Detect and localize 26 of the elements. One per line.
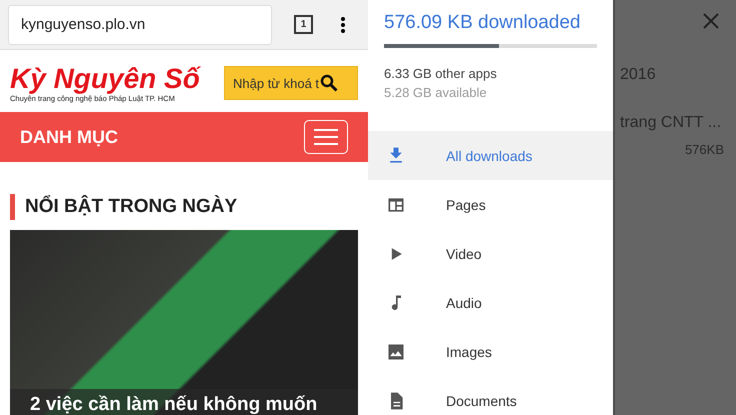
search-icon[interactable] [320, 74, 338, 92]
section-accent-bar [10, 194, 15, 220]
menu-button[interactable] [304, 120, 348, 154]
drawer-item[interactable]: Audio [368, 278, 613, 327]
downloaded-size: 576.09 KB downloaded [383, 11, 582, 34]
section-title: NỔI BẬT TRONG NGÀY [25, 196, 238, 218]
drawer-item[interactable]: Images [368, 327, 613, 376]
search-field[interactable]: Nhập từ khoá t [224, 66, 358, 100]
photo-placeholder[interactable]: 2 việc cần làm nếu không muốn [10, 230, 358, 415]
other-apps-size: 6.33 GB other apps [384, 66, 498, 81]
list-text: trang CNTT ... [620, 114, 722, 132]
article-headline[interactable]: 2 việc cần làm nếu không muốn [10, 389, 358, 415]
address-bar[interactable]: kynguyenso.plo.vn [8, 4, 272, 44]
category-label: DANH MỤC [20, 126, 118, 148]
image-icon [386, 342, 406, 362]
drawer-item[interactable]: Video [368, 229, 613, 278]
drawer-item[interactable]: Pages [368, 180, 613, 229]
available-size: 5.28 GB available [384, 85, 488, 100]
tab-count-button[interactable]: 1 [294, 15, 313, 34]
file-size: 576KB [684, 142, 724, 157]
site-logo[interactable]: Kỳ Nguyên Số [10, 64, 200, 94]
drawer-item[interactable]: Documents [368, 376, 613, 415]
more-menu-icon[interactable] [341, 16, 345, 32]
list-text: 2016 [620, 66, 657, 84]
drawer-item[interactable]: All downloads [368, 131, 613, 180]
close-icon[interactable] [702, 12, 720, 30]
